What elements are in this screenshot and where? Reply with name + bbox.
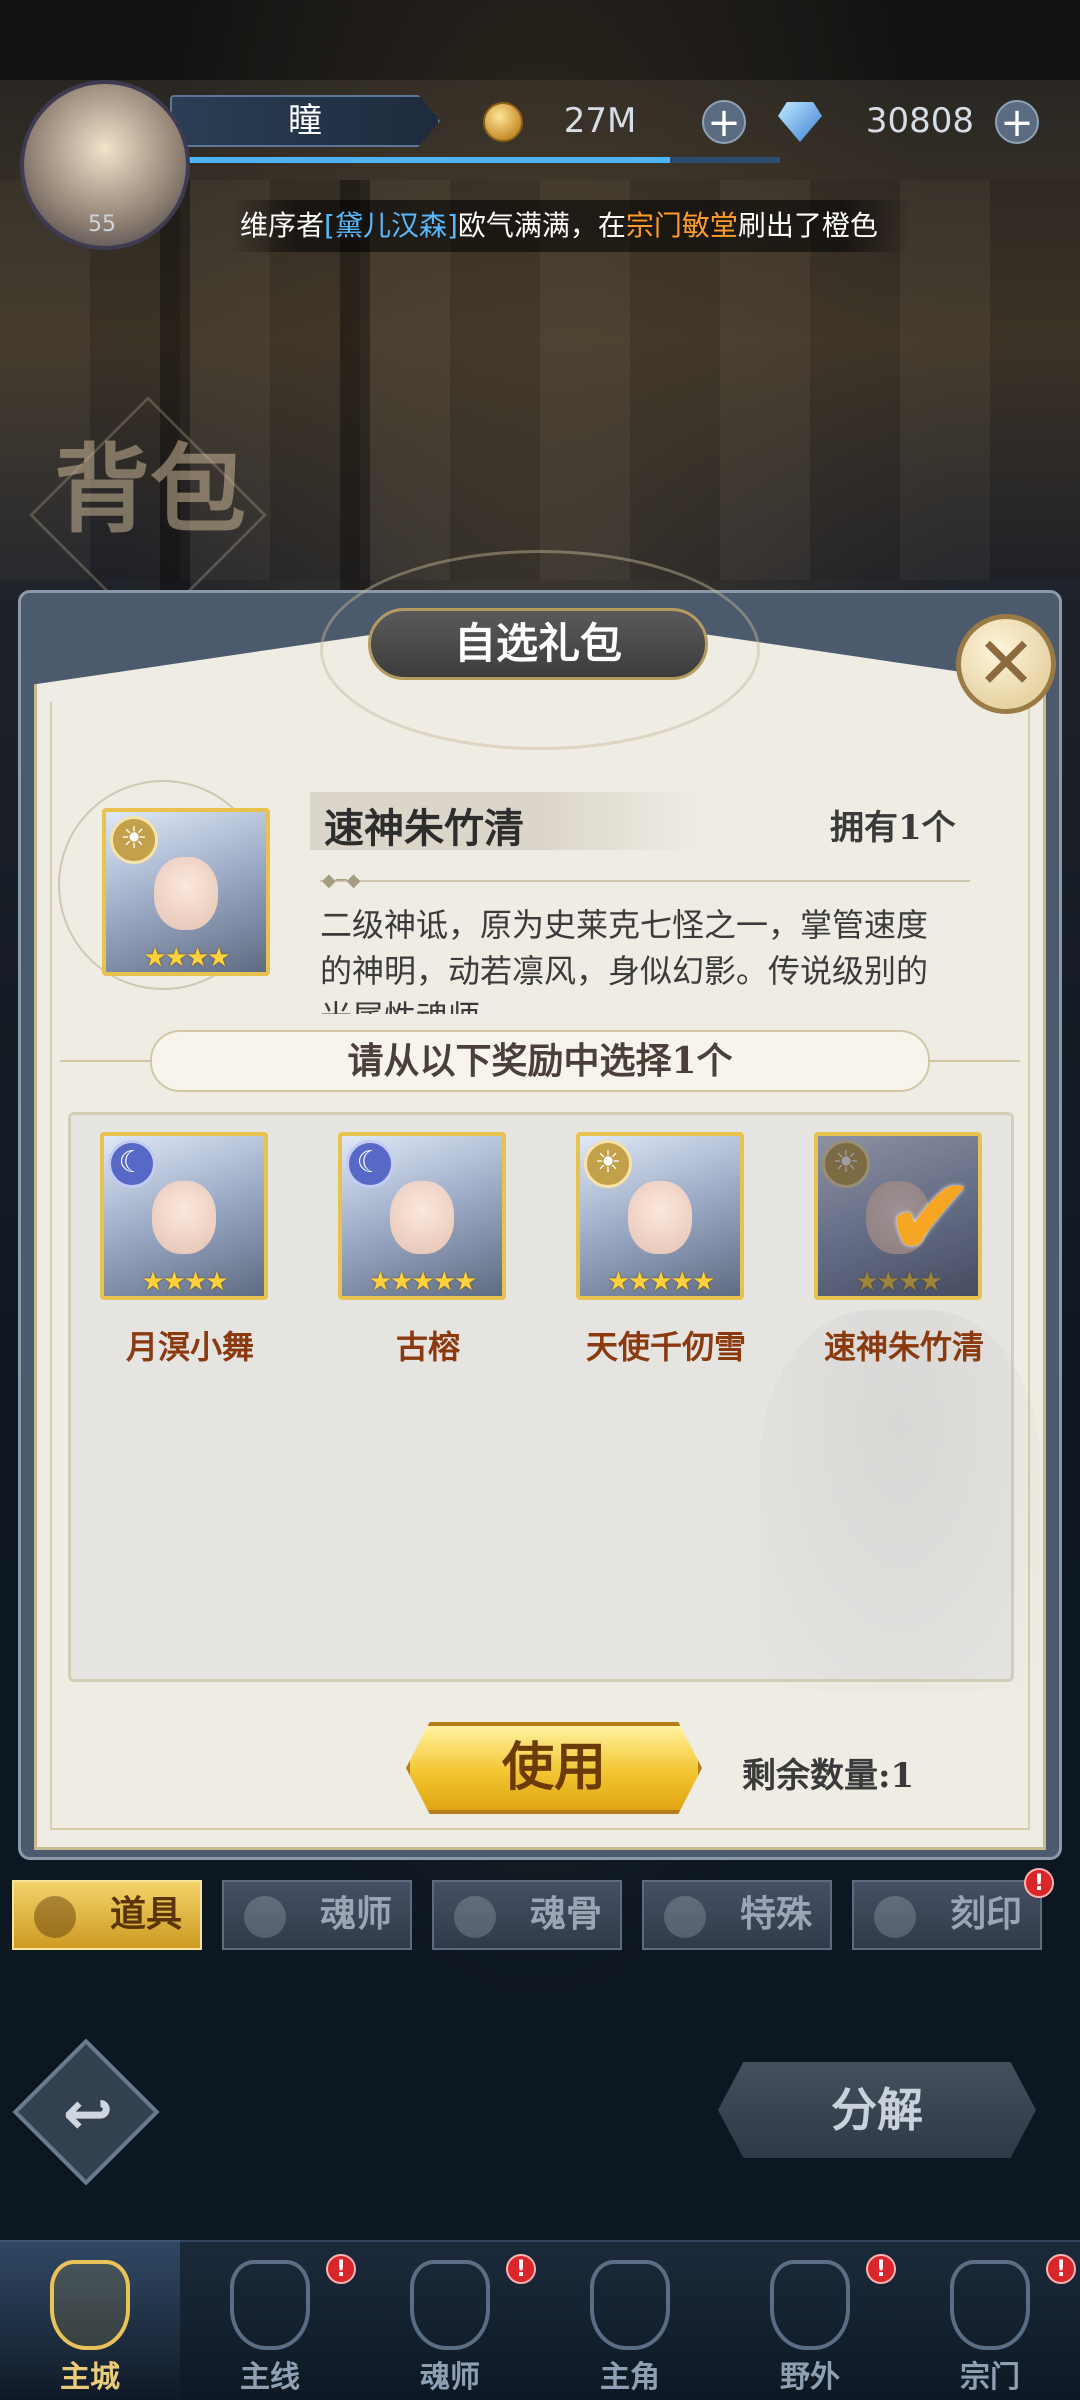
remaining-count: 剩余数量:1 [742,1756,915,1796]
xp-bar-fill [170,157,671,163]
moon-icon: ☾ [346,1140,394,1188]
nav-icon [230,2260,310,2350]
nav-label: 野外 [780,2360,840,2395]
banner-rule-left [60,1060,160,1062]
tab-2[interactable]: 魂师 [222,1880,412,1950]
reward-name: 月溟小舞 [125,1328,254,1366]
reward-portrait[interactable]: ☾ ★★★★ [100,1132,268,1300]
divider-ornament: ◆─◆ [322,870,361,891]
tab-1[interactable]: 道具 [12,1880,202,1950]
notification-badge: ! [1024,1868,1054,1898]
select-prompt: 请从以下奖励中选择1个 [150,1030,930,1092]
nav-icon [950,2260,1030,2350]
tab-5[interactable]: 刻印 [852,1880,1042,1950]
notification-badge: ! [326,2254,356,2284]
tab-icon [244,1896,286,1938]
sun-icon: ☀ [822,1140,870,1188]
diamond-icon [778,102,822,142]
hero-name: 速神朱竹清 [324,805,524,852]
reward-stars: ★★★★ [141,1267,228,1297]
tab-label: 刻印 [949,1893,1022,1935]
nav-label: 宗门 [960,2360,1020,2395]
nav-item-4[interactable]: 主角 [540,2240,720,2400]
nav-icon [50,2260,130,2350]
tab-label: 特殊 [739,1893,812,1935]
selected-check-icon: ✔ [884,1153,977,1281]
ticker-player: [黛儿汉森] [324,209,458,242]
nav-icon [770,2260,850,2350]
add-diamond-button[interactable]: + [995,100,1039,144]
sun-icon: ☀ [110,816,158,864]
nav-label: 主城 [60,2360,120,2395]
hero-face [154,856,218,931]
reward-name: 古榕 [395,1328,460,1366]
ticker-middle: 欧气满满，在 [457,209,626,242]
reward-stars: ★★★★★ [368,1267,478,1297]
player-name: 瞳 [170,95,440,147]
broadcast-ticker: 维序者[黛儿汉森]欧气满满，在宗门敏堂刷出了橙色 [230,200,910,252]
reward-name: 速神朱竹清 [823,1328,984,1366]
tab-icon [874,1896,916,1938]
divider [320,880,970,882]
moon-icon: ☾ [108,1140,156,1188]
nav-label: 主角 [600,2360,660,2395]
nav-label: 魂师 [420,2360,480,2395]
nav-label: 主线 [240,2360,300,2395]
xp-bar [170,157,780,163]
notification-badge: ! [1046,2254,1076,2284]
gold-amount: 27M [563,101,637,141]
tab-icon [34,1896,76,1938]
hero-owned-count: 拥有1个 [830,808,956,848]
decompose-button[interactable]: 分解 [718,2062,1036,2158]
ticker-place: 宗门敏堂 [625,209,738,242]
notification-badge: ! [866,2254,896,2284]
use-button[interactable]: 使用 [406,1722,702,1814]
tab-label: 魂骨 [529,1893,602,1935]
player-level: 55 [88,212,116,237]
ticker-suffix: 刷出了橙色 [737,209,878,242]
tab-4[interactable]: 特殊 [642,1880,832,1950]
banner-rule-right [920,1060,1020,1062]
nav-item-1[interactable]: 主城 [0,2240,180,2400]
reward-face [628,1180,692,1255]
notification-badge: ! [506,2254,536,2284]
tab-3[interactable]: 魂骨 [432,1880,622,1950]
reward-face [390,1180,454,1255]
reward-face [152,1180,216,1255]
diamond-amount: 30808 [865,101,975,141]
nav-icon [590,2260,670,2350]
add-gold-button[interactable]: + [702,100,746,144]
gold-coin-icon [483,102,523,142]
reward-portrait[interactable]: ☀ ★★★★★ [576,1132,744,1300]
tab-icon [454,1896,496,1938]
dialog-title: 自选礼包 [368,608,708,680]
tab-label: 道具 [109,1893,182,1935]
page-title: 背包 [54,433,246,546]
hero-stars: ★★★★ [143,943,230,973]
reward-name: 天使千仞雪 [585,1328,746,1366]
sun-icon: ☀ [584,1140,632,1188]
reward-portrait[interactable]: ☾ ★★★★★ [338,1132,506,1300]
tab-icon [664,1896,706,1938]
hero-portrait: ☀ ★★★★ [102,808,270,976]
ticker-prefix: 维序者 [240,209,325,242]
reward-stars: ★★★★★ [606,1267,716,1297]
back-arrow-icon[interactable]: ↩ [48,2074,128,2154]
tab-label: 魂师 [319,1893,392,1935]
nav-icon [410,2260,490,2350]
hero-description[interactable]: 二级神诋，原为史莱克七怪之一，掌管速度的神明，动若凛风，身似幻影。传说级别的光属… [320,902,950,1014]
close-button[interactable]: ✕ [956,614,1056,714]
